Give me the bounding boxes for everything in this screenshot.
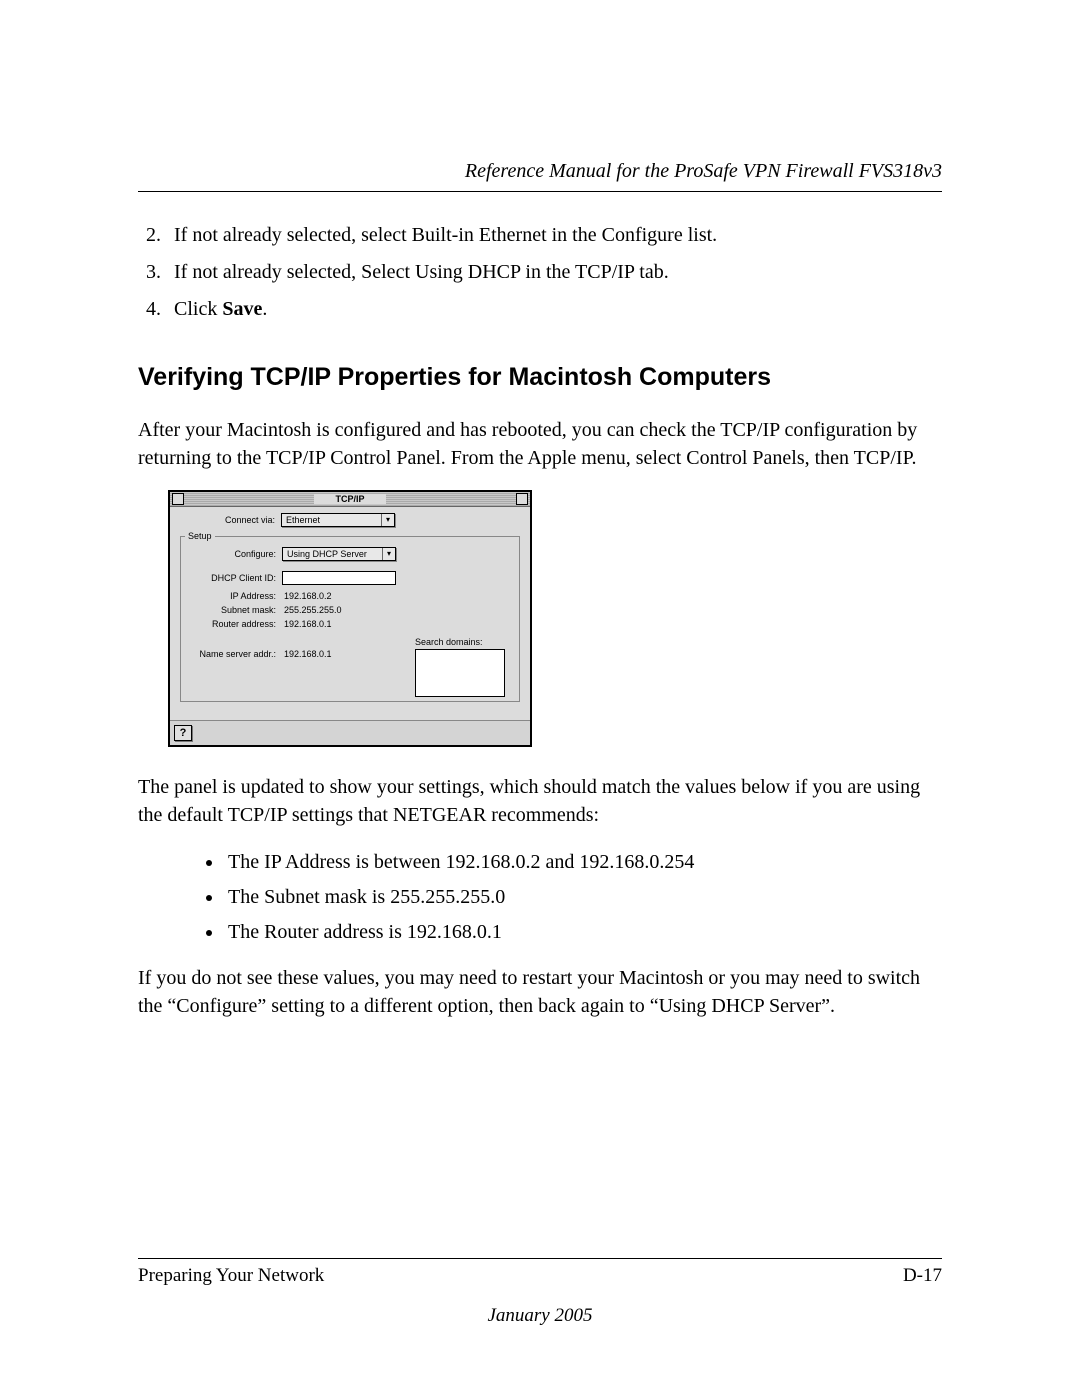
step-4-prefix: Click [174, 298, 222, 320]
bullet-router: The Router address is 192.168.0.1 [224, 917, 942, 948]
help-icon: ? [180, 727, 187, 739]
ip-address-label: IP Address: [185, 591, 282, 601]
tcpip-titlebar: TCP/IP [170, 492, 530, 507]
close-box-icon[interactable] [172, 493, 184, 505]
search-domains-label: Search domains: [415, 637, 515, 647]
step-4: Click Save. [166, 294, 942, 325]
dhcp-client-label: DHCP Client ID: [185, 573, 282, 583]
name-server-label: Name server addr.: [185, 649, 282, 659]
help-button[interactable]: ? [174, 725, 192, 741]
setup-fieldset: Setup Configure: Using DHCP Server ▾ DHC… [180, 531, 520, 702]
after-screenshot-paragraph: The panel is updated to show your settin… [138, 773, 942, 829]
footer-page-number: D-17 [903, 1265, 942, 1287]
configure-value: Using DHCP Server [283, 549, 382, 559]
step-2: If not already selected, select Built-in… [166, 220, 942, 251]
tcpip-title: TCP/IP [314, 494, 386, 504]
subnet-mask-value: 255.255.255.0 [282, 605, 342, 615]
closing-paragraph: If you do not see these values, you may … [138, 964, 942, 1020]
tcpip-window: TCP/IP Connect via: Ethernet ▾ Setup Con… [168, 490, 532, 747]
dropdown-arrow-icon: ▾ [382, 548, 395, 560]
router-address-label: Router address: [185, 619, 282, 629]
router-address-value: 192.168.0.1 [282, 619, 332, 629]
step-4-suffix: . [262, 298, 267, 320]
ip-address-value: 192.168.0.2 [282, 591, 332, 601]
bullet-ip: The IP Address is between 192.168.0.2 an… [224, 847, 942, 878]
footer-section: Preparing Your Network [138, 1265, 324, 1287]
bullet-subnet: The Subnet mask is 255.255.255.0 [224, 882, 942, 913]
dropdown-arrow-icon: ▾ [381, 514, 394, 526]
connect-via-value: Ethernet [282, 515, 381, 525]
section-heading: Verifying TCP/IP Properties for Macintos… [138, 363, 942, 392]
running-header: Reference Manual for the ProSafe VPN Fir… [138, 160, 942, 192]
footer-date: January 2005 [138, 1305, 942, 1327]
intro-paragraph: After your Macintosh is configured and h… [138, 416, 942, 472]
step-list: If not already selected, select Built-in… [138, 220, 942, 325]
setup-legend: Setup [185, 531, 215, 541]
search-domains-input[interactable] [415, 649, 505, 697]
connect-via-dropdown[interactable]: Ethernet ▾ [281, 513, 395, 527]
step-3: If not already selected, Select Using DH… [166, 257, 942, 288]
configure-dropdown[interactable]: Using DHCP Server ▾ [282, 547, 396, 561]
configure-label: Configure: [185, 549, 282, 559]
name-server-value: 192.168.0.1 [282, 649, 332, 659]
value-bullet-list: The IP Address is between 192.168.0.2 an… [138, 847, 942, 948]
subnet-mask-label: Subnet mask: [185, 605, 282, 615]
step-4-bold: Save [222, 298, 262, 320]
dhcp-client-input[interactable] [282, 571, 396, 585]
collapse-box-icon[interactable] [516, 493, 528, 505]
connect-via-label: Connect via: [180, 515, 281, 525]
